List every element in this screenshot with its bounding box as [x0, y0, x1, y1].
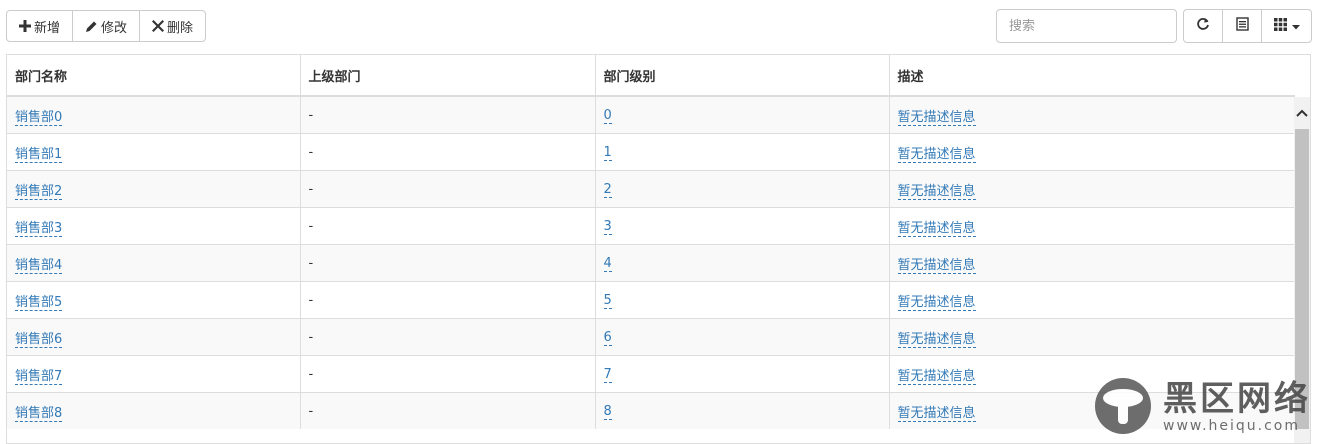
toolbar: 新增 修改 删除 — [6, 10, 207, 42]
delete-button-label: 删除 — [167, 20, 194, 36]
refresh-button[interactable] — [1183, 9, 1223, 43]
delete-button[interactable]: 删除 — [139, 10, 207, 42]
cell-level: 4 — [595, 244, 890, 282]
cell-level: 1 — [595, 133, 890, 171]
editable-level[interactable]: 0 — [603, 107, 612, 124]
watermark-title: 黑区网络 — [1163, 379, 1311, 419]
cell-level: 0 — [595, 95, 890, 134]
watermark-url: www.heiqu.com — [1163, 418, 1301, 434]
cell-level: 5 — [595, 281, 890, 319]
cell-name: 销售部5 — [7, 281, 301, 319]
cell-name: 销售部2 — [7, 170, 301, 208]
edit-button-label: 修改 — [101, 20, 128, 36]
editable-desc[interactable]: 暂无描述信息 — [897, 405, 976, 422]
cell-parent: - — [300, 355, 596, 393]
table-row: 销售部1 - 1 暂无描述信息 — [7, 133, 1295, 171]
cell-name: 销售部4 — [7, 244, 301, 282]
table-row: 销售部2 - 2 暂无描述信息 — [7, 170, 1295, 208]
cell-name: 销售部6 — [7, 318, 301, 356]
chevron-up-icon — [1296, 106, 1308, 121]
grid-icon — [1273, 17, 1287, 35]
editable-desc[interactable]: 暂无描述信息 — [897, 294, 976, 311]
cell-desc: 暂无描述信息 — [889, 133, 1295, 171]
editable-name[interactable]: 销售部1 — [15, 146, 63, 163]
cell-parent: - — [300, 244, 596, 282]
table-tools — [996, 9, 1312, 43]
watermark-text: 黑区网络 www.heiqu.com — [1163, 382, 1311, 434]
editable-desc[interactable]: 暂无描述信息 — [897, 183, 976, 200]
search-input[interactable] — [996, 9, 1177, 43]
editable-level[interactable]: 8 — [603, 403, 612, 420]
editable-desc[interactable]: 暂无描述信息 — [897, 368, 976, 385]
cell-name: 销售部8 — [7, 392, 301, 429]
editable-level[interactable]: 7 — [603, 366, 612, 383]
cell-level: 7 — [595, 355, 890, 393]
cell-level: 2 — [595, 170, 890, 208]
edit-button[interactable]: 修改 — [72, 10, 141, 42]
cell-parent: - — [300, 95, 596, 134]
add-button-label: 新增 — [34, 20, 61, 36]
editable-level[interactable]: 2 — [603, 181, 612, 198]
refresh-icon — [1196, 17, 1210, 35]
editable-level[interactable]: 6 — [603, 329, 612, 346]
cell-desc: 暂无描述信息 — [889, 281, 1295, 319]
cell-level: 8 — [595, 392, 890, 429]
table-row: 销售部3 - 3 暂无描述信息 — [7, 207, 1295, 245]
cell-desc: 暂无描述信息 — [889, 170, 1295, 208]
cell-name: 销售部0 — [7, 95, 301, 134]
table-row: 销售部5 - 5 暂无描述信息 — [7, 281, 1295, 319]
cell-desc: 暂无描述信息 — [889, 244, 1295, 282]
column-header-level[interactable]: 部门级别 — [595, 55, 890, 97]
toggle-view-button[interactable] — [1222, 9, 1262, 43]
table-row: 销售部4 - 4 暂无描述信息 — [7, 244, 1295, 282]
cell-parent: - — [300, 133, 596, 171]
editable-name[interactable]: 销售部6 — [15, 331, 63, 348]
cell-parent: - — [300, 392, 596, 429]
cell-desc: 暂无描述信息 — [889, 318, 1295, 356]
editable-level[interactable]: 5 — [603, 292, 612, 309]
editable-name[interactable]: 销售部2 — [15, 183, 63, 200]
close-icon — [152, 20, 165, 32]
cell-name: 销售部3 — [7, 207, 301, 245]
cell-parent: - — [300, 318, 596, 356]
column-header-parent[interactable]: 上级部门 — [300, 55, 596, 97]
cell-parent: - — [300, 207, 596, 245]
editable-level[interactable]: 1 — [603, 144, 612, 161]
editable-name[interactable]: 销售部0 — [15, 109, 63, 126]
pencil-icon — [85, 20, 98, 33]
cell-level: 6 — [595, 318, 890, 356]
cell-level: 3 — [595, 207, 890, 245]
list-icon — [1235, 17, 1249, 35]
caret-down-icon — [1291, 19, 1300, 34]
cell-name: 销售部1 — [7, 133, 301, 171]
column-header-desc[interactable]: 描述 — [889, 55, 1295, 97]
editable-level[interactable]: 3 — [603, 218, 612, 235]
cell-desc: 暂无描述信息 — [889, 207, 1295, 245]
column-header-name[interactable]: 部门名称 — [7, 55, 301, 97]
table-header-row: 部门名称 上级部门 部门级别 描述 — [7, 55, 1295, 97]
editable-desc[interactable]: 暂无描述信息 — [897, 331, 976, 348]
cell-parent: - — [300, 281, 596, 319]
cell-name: 销售部7 — [7, 355, 301, 393]
editable-name[interactable]: 销售部3 — [15, 220, 63, 237]
scroll-up-button[interactable] — [1294, 97, 1310, 129]
editable-desc[interactable]: 暂无描述信息 — [897, 220, 976, 237]
add-button[interactable]: 新增 — [6, 10, 74, 42]
cell-desc: 暂无描述信息 — [889, 95, 1295, 134]
watermark: 黑区网络 www.heiqu.com — [1091, 376, 1311, 440]
editable-name[interactable]: 销售部5 — [15, 294, 63, 311]
table-row: 销售部6 - 6 暂无描述信息 — [7, 318, 1295, 356]
plus-icon — [19, 20, 31, 32]
cell-parent: - — [300, 170, 596, 208]
mushroom-logo-icon — [1091, 376, 1155, 440]
editable-desc[interactable]: 暂无描述信息 — [897, 109, 976, 126]
table-row: 销售部0 - 0 暂无描述信息 — [7, 95, 1295, 134]
editable-desc[interactable]: 暂无描述信息 — [897, 257, 976, 274]
editable-desc[interactable]: 暂无描述信息 — [897, 146, 976, 163]
editable-name[interactable]: 销售部8 — [15, 405, 63, 422]
editable-name[interactable]: 销售部4 — [15, 257, 63, 274]
editable-name[interactable]: 销售部7 — [15, 368, 63, 385]
columns-dropdown-button[interactable] — [1261, 9, 1312, 43]
editable-level[interactable]: 4 — [603, 255, 612, 272]
